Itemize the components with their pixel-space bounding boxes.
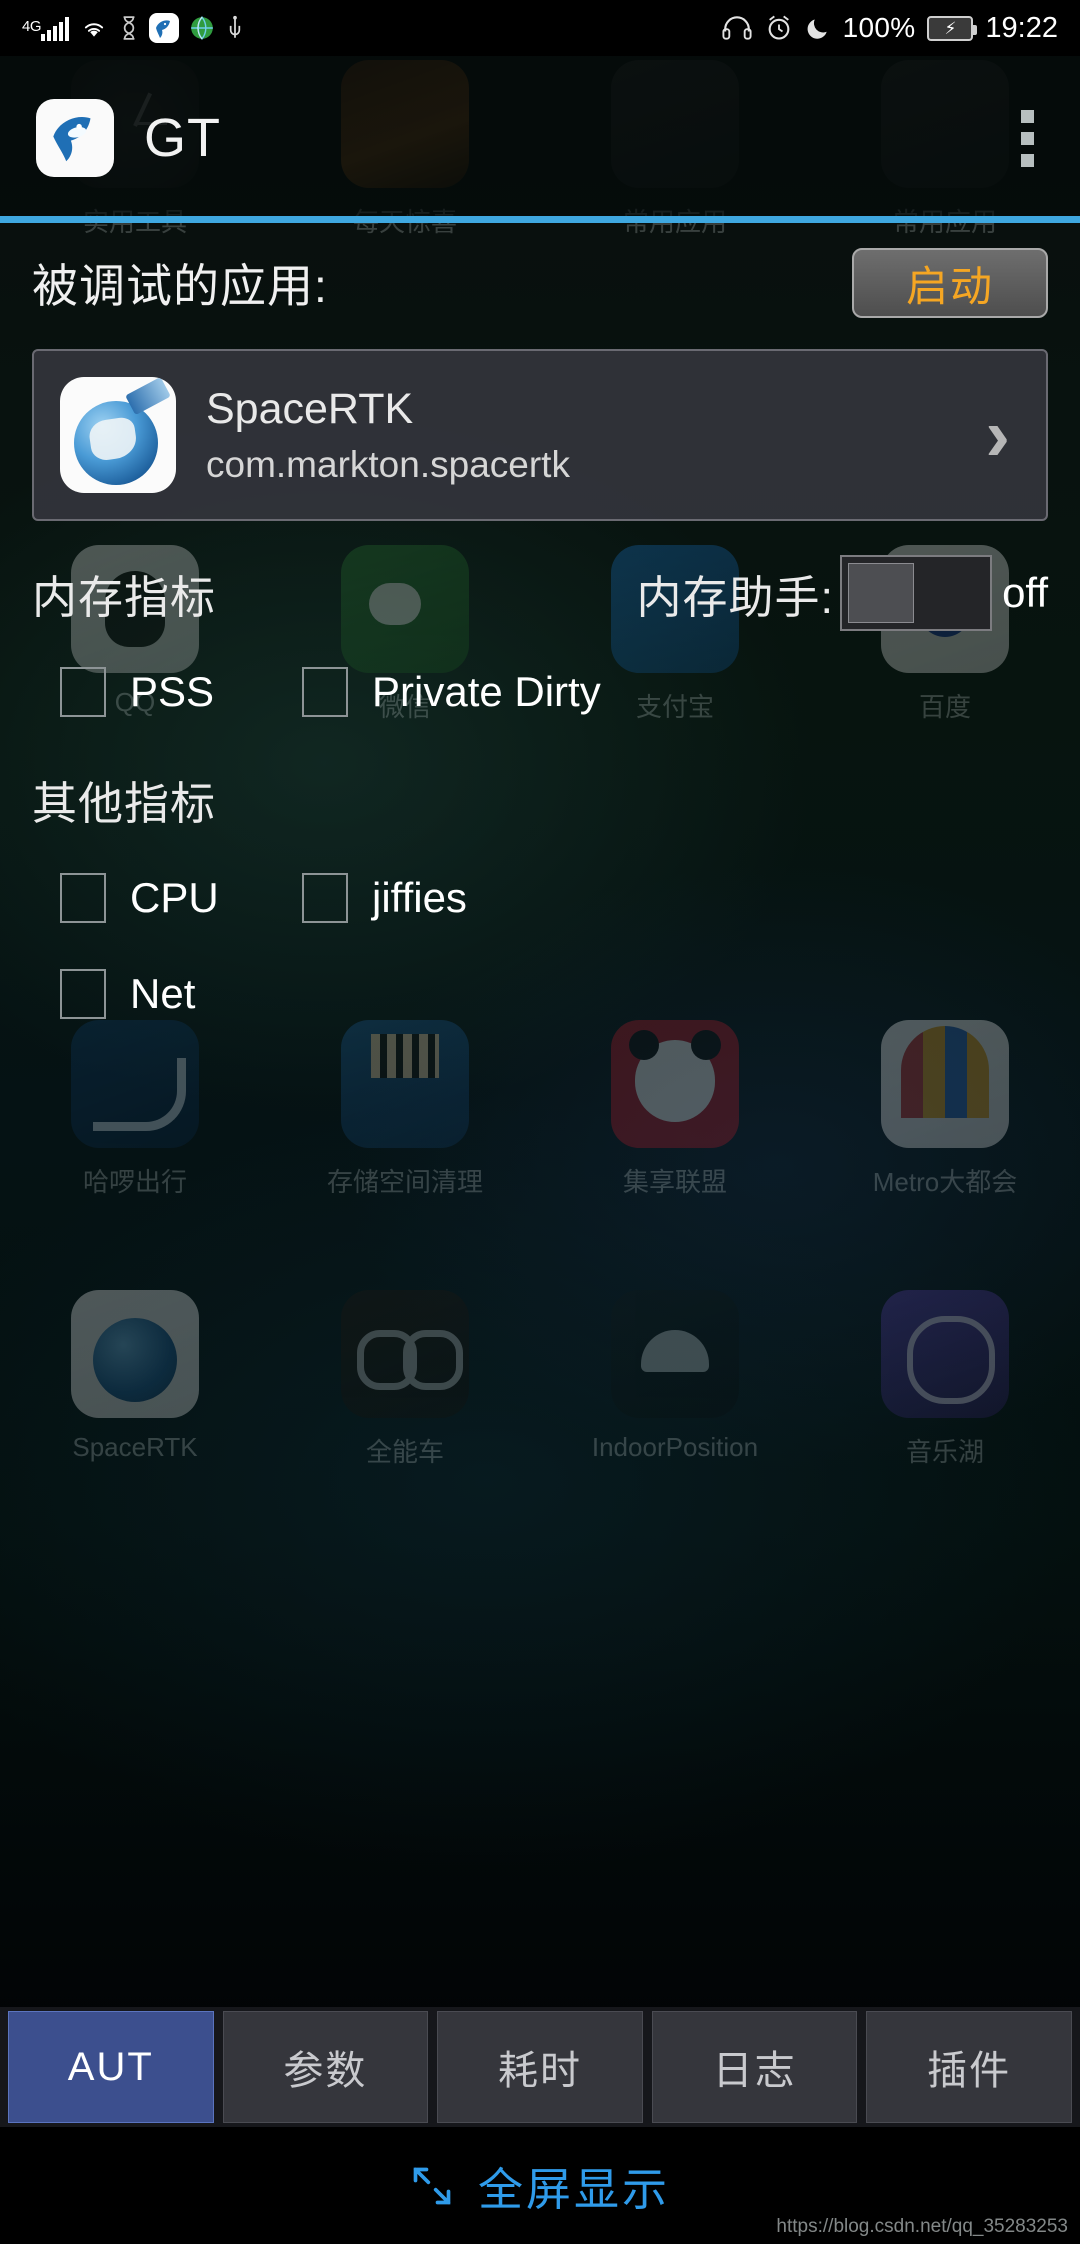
memory-assistant-group: 内存助手: off	[637, 555, 1048, 631]
bottom-tab-bar: AUT 参数 耗时 日志 插件	[0, 2007, 1080, 2127]
fullscreen-expand-icon	[413, 2167, 451, 2204]
header-accent-divider	[0, 216, 1080, 223]
checkbox-label: CPU	[130, 874, 219, 921]
memory-section-title: 内存指标	[32, 571, 217, 623]
fullscreen-button[interactable]: 全屏显示	[410, 2153, 670, 2218]
tab-timing[interactable]: 耗时	[437, 2011, 643, 2123]
other-section-title: 其他指标	[32, 777, 217, 829]
signal-bars-icon: 4G	[22, 15, 70, 41]
start-button[interactable]: 启动	[852, 248, 1048, 318]
selected-app-texts: SpaceRTK com.markton.spacertk	[206, 385, 570, 486]
checkbox-jiffies[interactable]: jiffies	[292, 873, 467, 923]
tab-plugin[interactable]: 插件	[866, 2011, 1072, 2123]
gt-bird-logo	[36, 99, 114, 177]
chevron-right-icon[interactable]: ›	[985, 398, 1020, 472]
tab-aut[interactable]: AUT	[8, 2011, 214, 2123]
memory-checkbox-row: PSS Private Dirty	[32, 657, 1048, 727]
debug-app-row: 被调试的应用: 启动	[32, 223, 1048, 343]
checkbox-private-dirty[interactable]: Private Dirty	[292, 667, 601, 717]
tab-log[interactable]: 日志	[651, 2011, 858, 2123]
fullscreen-label: 全屏显示	[477, 2164, 670, 2215]
checkbox-label: PSS	[130, 668, 215, 715]
checkbox-box[interactable]	[302, 667, 348, 717]
status-bar-left: 4G	[22, 13, 245, 43]
checkbox-cpu[interactable]: CPU	[32, 873, 292, 923]
battery-percent-label: 100%	[842, 12, 916, 43]
network-type-label: 4G	[22, 18, 42, 35]
checkbox-label: Private Dirty	[372, 668, 601, 715]
watermark: https://blog.csdn.net/qq_35283253	[776, 2216, 1068, 2237]
selected-app-card[interactable]: SpaceRTK com.markton.spacertk ›	[32, 349, 1048, 521]
other-checkbox-row-1: CPU jiffies	[32, 863, 1048, 933]
fullscreen-bar: 全屏显示 https://blog.csdn.net/qq_35283253	[0, 2127, 1080, 2244]
memory-assistant-label: 内存助手:	[636, 571, 835, 623]
checkbox-box[interactable]	[60, 873, 106, 923]
other-checkbox-row-2: Net	[32, 959, 1048, 1029]
battery-charging-icon: ⚡	[927, 15, 978, 41]
toggle-knob	[848, 563, 915, 623]
tab-params[interactable]: 参数	[222, 2011, 429, 2123]
globe-icon	[191, 16, 213, 40]
selected-app-name: SpaceRTK	[206, 384, 414, 433]
memory-assistant-state: off	[1002, 569, 1048, 616]
selected-app-package: com.markton.spacertk	[206, 443, 570, 485]
memory-assistant-toggle[interactable]	[840, 555, 993, 631]
checkbox-box[interactable]	[302, 873, 348, 923]
moon-icon	[807, 19, 827, 39]
phone-screen: 实用工具 每天惊喜 常用应用 常用应用 QQ 微信 支付宝 百度	[0, 0, 1080, 2244]
checkbox-box[interactable]	[60, 969, 106, 1019]
app-header: GT	[0, 56, 1080, 220]
other-section-header: 其他指标	[32, 761, 1048, 837]
memory-section-header: 内存指标 内存助手: off	[32, 555, 1048, 631]
checkbox-label: jiffies	[372, 874, 467, 921]
headset-icon	[722, 16, 752, 40]
clock-label: 19:22	[985, 11, 1058, 44]
wifi-icon	[84, 23, 104, 37]
status-bar-right: 100% ⚡ 19:22	[721, 12, 1058, 45]
spacertk-globe-satellite-icon	[60, 377, 176, 493]
alarm-icon	[768, 15, 789, 40]
checkbox-box[interactable]	[60, 667, 106, 717]
debug-app-label: 被调试的应用:	[32, 260, 328, 312]
checkbox-label: Net	[130, 970, 196, 1017]
aut-panel: 被调试的应用: 启动 SpaceRTK com.markton.spacertk…	[0, 223, 1080, 1913]
checkbox-pss[interactable]: PSS	[32, 667, 292, 717]
checkbox-net[interactable]: Net	[32, 969, 292, 1019]
overflow-menu-icon[interactable]	[1011, 100, 1044, 177]
status-bar: 4G 100% ⚡ 19:22	[0, 0, 1080, 56]
gt-bird-icon	[149, 13, 180, 43]
hourglass-icon	[123, 16, 135, 40]
page-title: GT	[144, 108, 221, 168]
usb-icon	[229, 15, 241, 38]
